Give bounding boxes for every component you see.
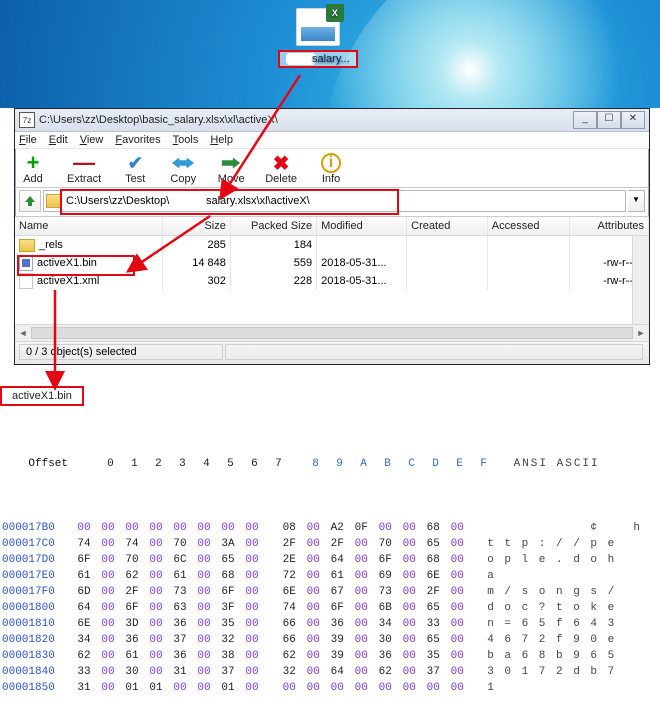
col-attributes[interactable]: Attributes — [570, 217, 649, 235]
desktop-icon-label: salary... — [278, 50, 358, 68]
desktop-glow — [320, 0, 660, 108]
col-name[interactable]: Name — [15, 217, 163, 235]
desktop-icon-salary[interactable]: X salary... — [278, 8, 358, 68]
delete-button[interactable]: ✖Delete — [265, 153, 297, 185]
minimize-button[interactable]: _ — [573, 111, 597, 129]
table-row[interactable]: activeX1.bin 14 848 559 2018-05-31... -r… — [15, 254, 649, 272]
sevenzip-window: 7z C:\Users\zz\Desktop\basic_salary.xlsx… — [14, 108, 650, 365]
up-button[interactable] — [19, 190, 41, 212]
menu-view[interactable]: View — [80, 134, 104, 146]
menubar: File Edit View Favorites Tools Help — [15, 132, 649, 149]
menu-help[interactable]: Help — [210, 134, 233, 146]
extract-button[interactable]: —Extract — [67, 153, 101, 185]
col-accessed[interactable]: Accessed — [488, 217, 571, 235]
path-input[interactable]: C:\Users\zz\Desktop\ salary.xlsx\xl\acti… — [43, 190, 626, 212]
menu-favorites[interactable]: Favorites — [115, 134, 160, 146]
scrollbar-vertical[interactable] — [632, 236, 649, 324]
col-packed-size[interactable]: Packed Size — [231, 217, 317, 235]
folder-icon — [19, 239, 35, 252]
move-button[interactable]: Move — [217, 153, 245, 185]
info-button[interactable]: iInfo — [317, 153, 345, 185]
excel-file-icon: X — [296, 8, 340, 46]
statusbar: 0 / 3 object(s) selected — [15, 341, 649, 364]
maximize-button[interactable]: ☐ — [597, 111, 621, 129]
col-size[interactable]: Size — [163, 217, 230, 235]
status-selected: 0 / 3 object(s) selected — [19, 344, 223, 360]
close-button[interactable]: ✕ — [621, 111, 645, 129]
add-button[interactable]: +Add — [19, 153, 47, 185]
window-title: C:\Users\zz\Desktop\basic_salary.xlsx\xl… — [39, 114, 573, 126]
hex-viewer: Offset01234567 89ABCDEFANSI ASCII 000017… — [2, 408, 642, 712]
annotation-file-label: activeX1.bin — [0, 386, 84, 406]
test-button[interactable]: ✔Test — [121, 153, 149, 185]
xml-file-icon — [19, 273, 33, 289]
folder-icon — [46, 194, 62, 208]
col-created[interactable]: Created — [407, 217, 488, 235]
copy-button[interactable]: Copy — [169, 153, 197, 185]
menu-edit[interactable]: Edit — [49, 134, 68, 146]
menu-file[interactable]: File — [19, 134, 37, 146]
scrollbar-horizontal[interactable]: ◄► — [15, 324, 649, 341]
pathbar: C:\Users\zz\Desktop\ salary.xlsx\xl\acti… — [15, 188, 649, 217]
list-header: Name Size Packed Size Modified Created A… — [15, 217, 649, 236]
desktop: X salary... — [0, 0, 660, 108]
toolbar: +Add —Extract ✔Test Copy Move ✖Delete iI… — [15, 149, 649, 188]
titlebar[interactable]: 7z C:\Users\zz\Desktop\basic_salary.xlsx… — [15, 109, 649, 132]
hex-header: Offset01234567 89ABCDEFANSI ASCII — [2, 440, 642, 488]
table-row[interactable]: activeX1.xml 302 228 2018-05-31... -rw-r… — [15, 272, 649, 290]
bin-file-icon — [19, 255, 33, 271]
file-list: _rels 285 184 activeX1.bin 14 848 559 20… — [15, 236, 649, 324]
col-modified[interactable]: Modified — [317, 217, 407, 235]
table-row[interactable]: _rels 285 184 — [15, 236, 649, 254]
path-dropdown[interactable]: ▼ — [628, 190, 645, 212]
menu-tools[interactable]: Tools — [173, 134, 199, 146]
app-icon: 7z — [19, 112, 35, 128]
